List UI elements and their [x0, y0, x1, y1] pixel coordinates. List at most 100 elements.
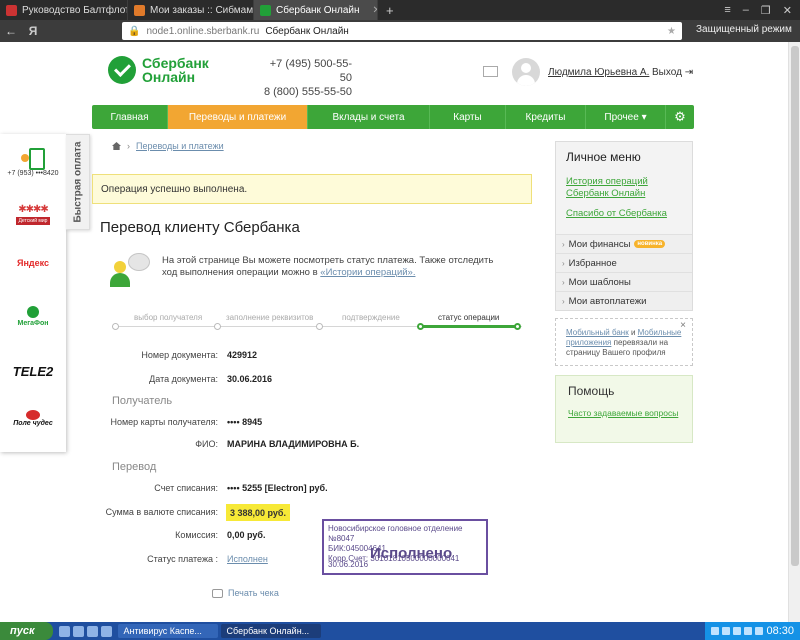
system-tray: 08:30: [705, 622, 800, 640]
operations-history-menu-link[interactable]: История операций Сбербанк Онлайн: [556, 176, 692, 208]
help-panel: Помощь Часто задаваемые вопросы: [555, 375, 693, 443]
nav-item-deposits[interactable]: Вклады и счета: [308, 105, 430, 129]
fee-value: 0,00 руб.: [227, 530, 266, 540]
avatar[interactable]: [512, 58, 540, 86]
fee-label: Комиссия:: [175, 530, 218, 540]
tray-icon[interactable]: [722, 627, 731, 635]
mobile-bank-notice: × Мобильный банк и Мобильные приложения …: [555, 318, 693, 366]
taskbar-task-sberbank[interactable]: Сбербанк Онлайн...: [220, 624, 321, 638]
address-input[interactable]: 🔒 node1.online.sberbank.ru Сбербанк Онла…: [122, 22, 682, 40]
main-navigation: Главная Переводы и платежи Вклады и счет…: [92, 105, 694, 129]
chevron-right-icon: ›: [562, 277, 565, 287]
recipient-section-title: Получатель: [112, 395, 173, 407]
quick-pay-detsky-mir[interactable]: ✱✱✱✱ Детский мир: [6, 204, 60, 225]
operations-history-link[interactable]: «Истории операций».: [320, 267, 415, 278]
print-receipt-button[interactable]: Печать чека: [212, 588, 279, 598]
maximize-icon[interactable]: ❐: [761, 4, 771, 17]
fio-value: МАРИНА ВЛАДИМИРОВНА Б.: [227, 439, 360, 449]
fio-label: ФИО:: [195, 439, 218, 449]
menu-autopayments[interactable]: › Мои автоплатежи: [556, 291, 692, 310]
user-name-link[interactable]: Людмила Юрьевна А.: [548, 67, 649, 78]
flag-icon: [6, 4, 17, 16]
doc-date-value: 30.06.2016: [227, 374, 273, 384]
secure-mode-label[interactable]: Защищенный режим: [696, 24, 792, 35]
step-operation-status: статус операции: [438, 313, 500, 322]
quick-launch-icon[interactable]: [100, 625, 112, 637]
menu-favorites[interactable]: › Избранное: [556, 253, 692, 272]
nav-item-credits[interactable]: Кредиты: [506, 105, 586, 129]
quick-launch: [53, 625, 118, 637]
exit-icon: ⇥: [684, 67, 694, 78]
sberbank-logo-icon: [108, 56, 136, 84]
quick-launch-icon[interactable]: [86, 625, 98, 637]
sberbank-logo[interactable]: Сбербанк Онлайн: [108, 56, 209, 84]
detsky-mir-logo-icon: ✱✱✱✱: [18, 204, 48, 215]
settings-gear-icon[interactable]: ⚙: [666, 105, 694, 129]
menu-icon[interactable]: ≡: [724, 4, 730, 16]
nav-item-cards[interactable]: Карты: [430, 105, 506, 129]
support-phones: +7 (495) 500-55-50 8 (800) 555-55-50: [263, 58, 352, 98]
menu-my-finances[interactable]: › Мои финансы новинка: [556, 234, 692, 253]
start-button[interactable]: пуск: [0, 622, 53, 640]
chevron-right-icon: ›: [562, 239, 565, 249]
browser-tab-sberbank[interactable]: Сбербанк Онлайн ✕: [254, 0, 378, 20]
quick-launch-icon[interactable]: [58, 625, 70, 637]
mobile-phone-icon: [21, 148, 45, 170]
logout-link[interactable]: Выход ⇥: [652, 67, 693, 78]
browser-address-bar: ← Я 🔒 node1.online.sberbank.ru Сбербанк …: [0, 20, 800, 42]
quick-pay-phone[interactable]: +7 (953) •••8420: [6, 148, 60, 177]
close-icon[interactable]: ×: [680, 321, 686, 331]
transfer-section-title: Перевод: [112, 461, 157, 473]
sum-value: 3 388,00 руб.: [226, 504, 290, 521]
bookmark-star-icon[interactable]: ★: [667, 26, 676, 37]
quick-pay-yandex[interactable]: Яндекс: [6, 258, 60, 268]
tray-icon[interactable]: [733, 627, 742, 635]
sum-label: Сумма в валюте списания:: [105, 507, 218, 517]
operator-chat-icon: [110, 253, 152, 289]
new-tab-button[interactable]: +: [378, 0, 402, 20]
faq-link[interactable]: Часто задаваемые вопросы: [568, 408, 680, 419]
menu-templates[interactable]: › Мои шаблоны: [556, 272, 692, 291]
doc-number-label: Номер документа:: [141, 350, 218, 360]
tray-icon[interactable]: [755, 627, 764, 635]
spasibo-link[interactable]: Спасибо от Сбербанка: [556, 208, 692, 234]
step-fill-details: заполнение реквизитов: [226, 313, 314, 322]
browser-tab-sibmama[interactable]: Мои заказы :: Сибмама - о: [128, 0, 254, 20]
taskbar-task-antivirus[interactable]: Антивирус Каспе...: [117, 624, 218, 638]
chevron-right-icon: ›: [562, 296, 565, 306]
step-select-recipient: выбор получателя: [134, 313, 203, 322]
quick-pay-pole-chudes[interactable]: Поле чудес: [6, 410, 60, 427]
quick-pay-tab[interactable]: Быстрая оплата: [66, 134, 90, 230]
minimize-icon[interactable]: –: [743, 4, 749, 16]
quick-pay-megafon[interactable]: МегаФон: [6, 306, 60, 327]
breadcrumb-transfers-link[interactable]: Переводы и платежи: [136, 141, 224, 151]
payment-status-value[interactable]: Исполнен: [227, 554, 268, 564]
browser-tab-baltflot[interactable]: Руководство Балтфлота се: [0, 0, 128, 20]
card-number-label: Номер карты получателя:: [110, 417, 218, 427]
quick-pay-tele2[interactable]: TELE2: [6, 364, 60, 379]
nav-item-other[interactable]: Прочее ▾: [586, 105, 666, 129]
tray-icon[interactable]: [711, 627, 720, 635]
info-text: На этой странице Вы можете посмотреть ст…: [162, 255, 494, 278]
page-scrollbar[interactable]: [788, 42, 800, 622]
doc-number-value: 429912: [227, 350, 258, 360]
tray-icon[interactable]: [744, 627, 753, 635]
nav-item-transfers[interactable]: Переводы и платежи: [168, 105, 308, 129]
scrollbar-thumb[interactable]: [791, 46, 799, 566]
back-arrow-icon[interactable]: ←: [0, 24, 22, 38]
yandex-logo-icon[interactable]: Я: [22, 24, 44, 38]
doc-date-label: Дата документа:: [149, 374, 218, 384]
printer-icon: [212, 588, 223, 598]
quick-launch-icon[interactable]: [72, 625, 84, 637]
chevron-right-icon: ›: [562, 258, 565, 268]
home-icon[interactable]: [112, 142, 121, 150]
lock-icon: 🔒: [128, 25, 141, 37]
clock: 08:30: [766, 625, 794, 637]
help-title: Помощь: [568, 384, 615, 398]
mail-icon[interactable]: [483, 66, 498, 77]
account-label: Счет списания:: [154, 483, 218, 493]
personal-menu-title: Личное меню: [566, 150, 641, 164]
close-window-icon[interactable]: ✕: [783, 4, 792, 17]
nav-item-main[interactable]: Главная: [92, 105, 168, 129]
mobile-bank-link[interactable]: Мобильный банк: [566, 328, 629, 337]
